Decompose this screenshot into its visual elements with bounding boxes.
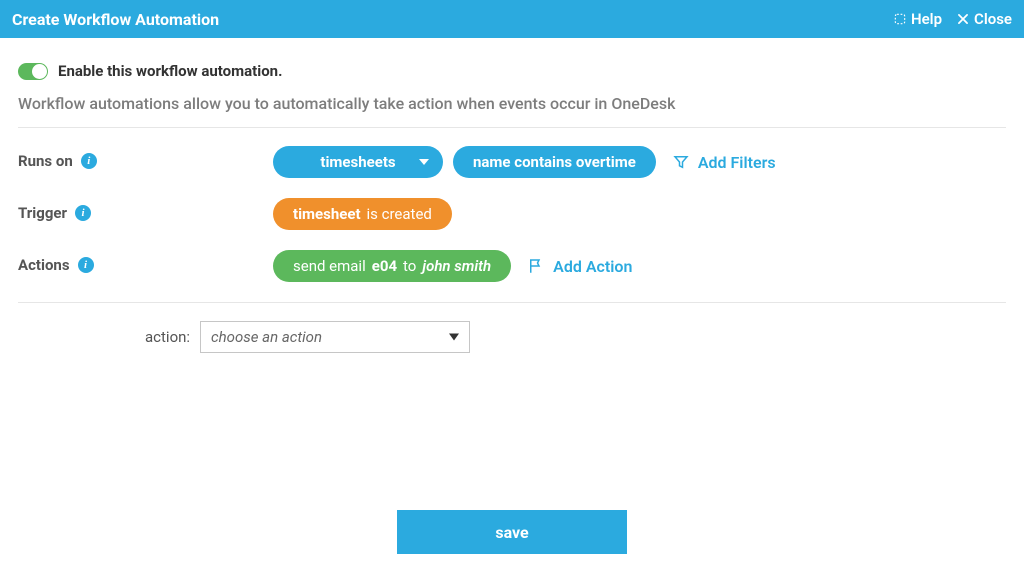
trigger-item: timesheet — [293, 205, 361, 223]
flag-icon — [527, 257, 545, 275]
action-recipient: john smith — [422, 257, 491, 275]
trigger-pill[interactable]: timesheet is created — [273, 198, 452, 230]
action-to: to — [403, 257, 416, 275]
trigger-row: Trigger i timesheet is created — [18, 198, 1006, 230]
actions-row: Actions i send email e04 to john smith A… — [18, 250, 1006, 282]
help-button[interactable]: Help — [893, 10, 942, 28]
add-action-button[interactable]: Add Action — [521, 257, 632, 276]
runs-on-row: Runs on i timesheets name contains overt… — [18, 146, 1006, 178]
runs-on-label: Runs on — [18, 152, 73, 170]
info-icon[interactable]: i — [75, 205, 91, 221]
divider — [18, 127, 1006, 128]
filter-icon — [672, 153, 690, 171]
chevron-down-icon — [449, 334, 459, 341]
enable-toggle[interactable] — [18, 63, 48, 80]
help-icon — [893, 12, 907, 26]
trigger-event: is created — [367, 205, 432, 223]
action-pill[interactable]: send email e04 to john smith — [273, 250, 511, 282]
footer: save — [0, 510, 1024, 554]
description-text: Workflow automations allow you to automa… — [18, 94, 1006, 113]
info-icon[interactable]: i — [78, 257, 94, 273]
chevron-down-icon — [419, 159, 429, 165]
action-template: e04 — [372, 257, 397, 275]
close-button[interactable]: Close — [956, 10, 1012, 28]
action-verb: send email — [293, 257, 366, 275]
actions-label: Actions — [18, 256, 70, 274]
add-filters-label: Add Filters — [698, 153, 776, 172]
close-label: Close — [974, 10, 1012, 28]
add-filters-button[interactable]: Add Filters — [666, 153, 776, 172]
action-select[interactable]: choose an action — [200, 321, 470, 353]
close-icon — [956, 12, 970, 26]
trigger-label: Trigger — [18, 204, 67, 222]
runs-on-type-select[interactable]: timesheets — [273, 146, 443, 178]
runs-on-type-value: timesheets — [320, 153, 395, 171]
modal-title: Create Workflow Automation — [12, 10, 893, 29]
action-select-placeholder: choose an action — [211, 328, 322, 346]
runs-on-filter-text: name contains overtime — [473, 153, 636, 171]
info-icon[interactable]: i — [81, 153, 97, 169]
save-button[interactable]: save — [397, 510, 627, 554]
add-action-label: Add Action — [553, 257, 632, 276]
modal-header: Create Workflow Automation Help Close — [0, 0, 1024, 38]
divider — [18, 302, 1006, 303]
action-selector: action: choose an action — [145, 321, 1006, 353]
enable-row: Enable this workflow automation. — [18, 62, 1006, 80]
help-label: Help — [911, 10, 942, 28]
enable-label: Enable this workflow automation. — [58, 62, 282, 80]
action-selector-label: action: — [145, 328, 190, 346]
runs-on-filter-pill[interactable]: name contains overtime — [453, 146, 656, 178]
